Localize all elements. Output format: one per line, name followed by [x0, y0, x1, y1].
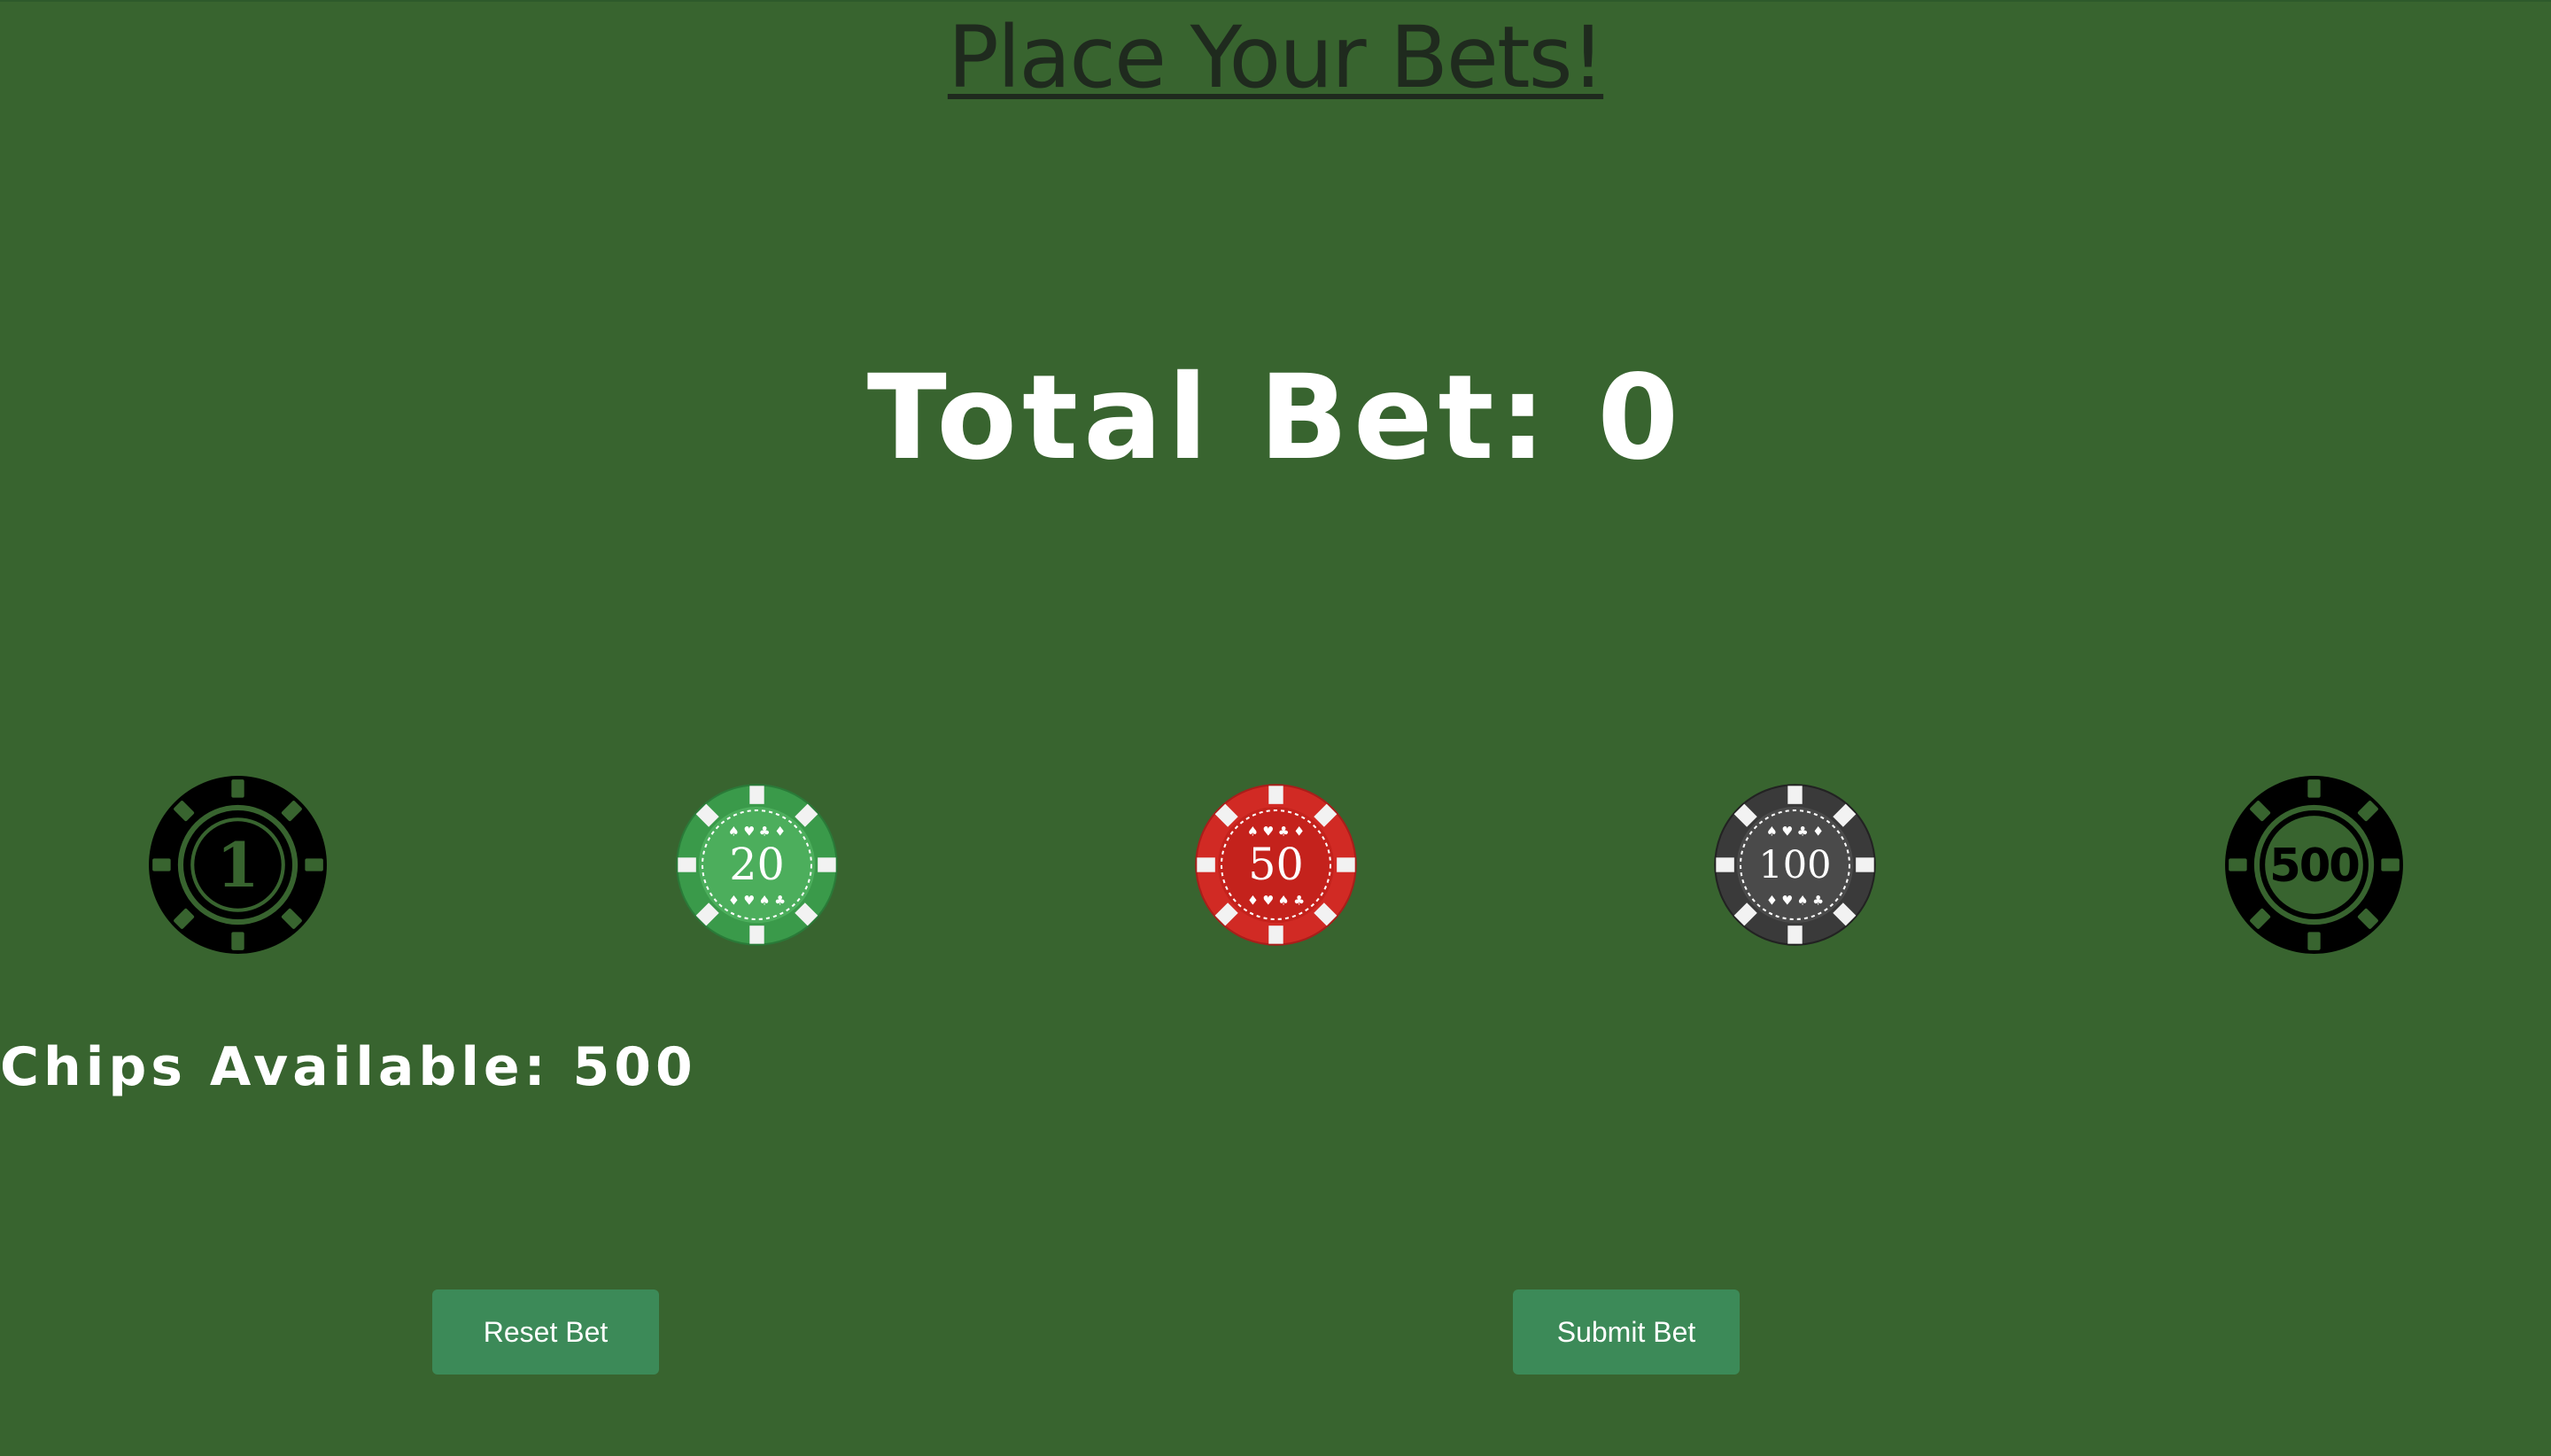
chip-20-label: 20 [729, 839, 785, 890]
chips-available: Chips Available: 500 [0, 1036, 697, 1098]
chip-500-label: 500 [2269, 840, 2359, 893]
chip-1-label: 1 [216, 830, 260, 902]
chip-100-button[interactable]: ♠ ♥ ♣ ♦ 100 ♦ ♥ ♠ ♣ [1704, 774, 1886, 956]
svg-text:♦ ♥ ♠ ♣: ♦ ♥ ♠ ♣ [1247, 895, 1305, 909]
chip-100-label: 100 [1758, 843, 1831, 887]
svg-text:♦ ♥ ♠ ♣: ♦ ♥ ♠ ♣ [1766, 895, 1824, 909]
page-title-text: Place Your Bets! [947, 8, 1605, 107]
chip-50-icon: ♠ ♥ ♣ ♦ 50 ♦ ♥ ♠ ♣ [1195, 784, 1357, 946]
total-bet: Total Bet: 0 [866, 350, 1685, 486]
svg-text:♦ ♥ ♠ ♣: ♦ ♥ ♠ ♣ [728, 895, 786, 909]
reset-bet-button[interactable]: Reset Bet [432, 1289, 659, 1375]
chip-1-icon: 1 [149, 776, 327, 954]
chip-20-icon: ♠ ♥ ♣ ♦ 20 ♦ ♥ ♠ ♣ [676, 784, 838, 946]
svg-text:♠ ♥ ♣ ♦: ♠ ♥ ♣ ♦ [728, 825, 786, 840]
chip-1-button[interactable]: 1 [147, 774, 329, 956]
svg-text:♠ ♥ ♣ ♦: ♠ ♥ ♣ ♦ [1247, 825, 1305, 840]
chip-20-button[interactable]: ♠ ♥ ♣ ♦ 20 ♦ ♥ ♠ ♣ [666, 774, 848, 956]
chip-50-label: 50 [1248, 839, 1304, 890]
chip-50-button[interactable]: ♠ ♥ ♣ ♦ 50 ♦ ♥ ♠ ♣ [1185, 774, 1367, 956]
submit-bet-button[interactable]: Submit Bet [1513, 1289, 1740, 1375]
chip-500-icon: 500 [2225, 776, 2403, 954]
chip-100-icon: ♠ ♥ ♣ ♦ 100 ♦ ♥ ♠ ♣ [1714, 784, 1876, 946]
chips-row: 1 ♠ ♥ ♣ ♦ 20 ♦ ♥ ♠ ♣ ♠ ♥ ♣ ♦ 50 ♦ ♥ ♠ ♣ … [0, 774, 2551, 956]
chip-500-button[interactable]: 500 [2223, 774, 2405, 956]
svg-text:♠ ♥ ♣ ♦: ♠ ♥ ♣ ♦ [1766, 825, 1824, 840]
page-title: Place Your Bets! [0, 9, 2551, 106]
